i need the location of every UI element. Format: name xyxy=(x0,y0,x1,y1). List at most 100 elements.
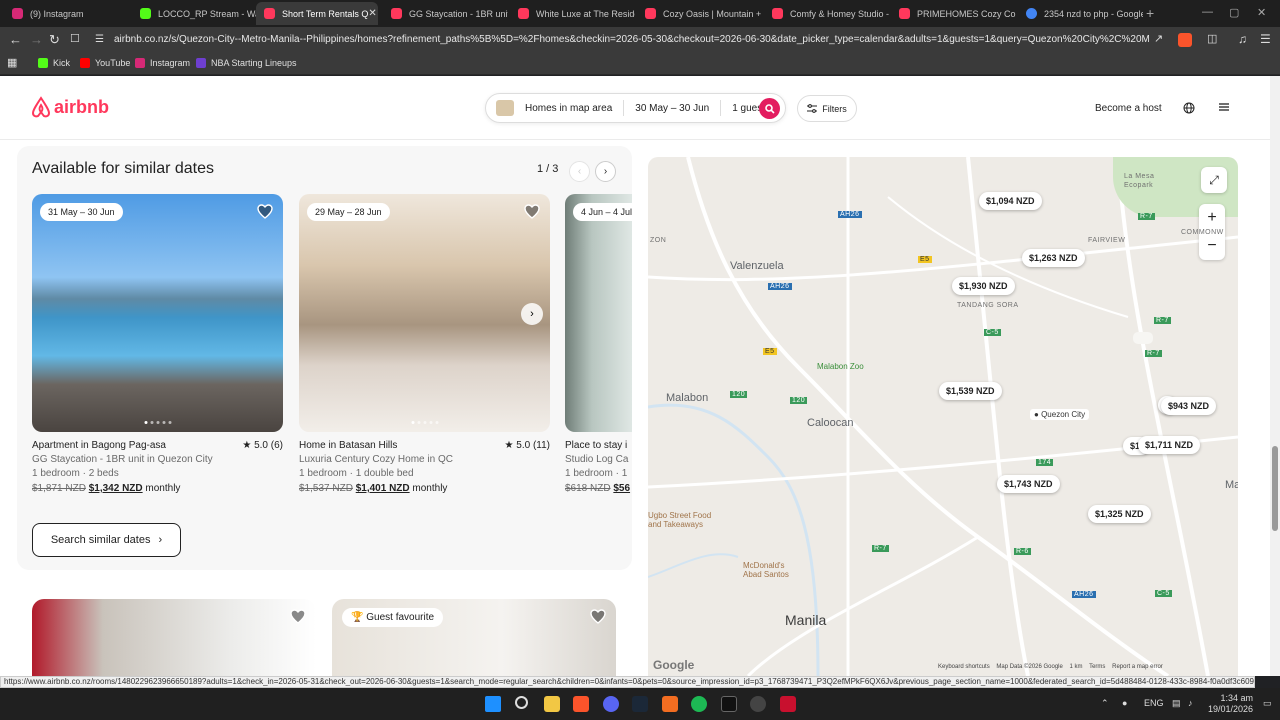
page-scrollbar[interactable] xyxy=(1270,76,1280,676)
listing-photo[interactable]: 29 May – 28 Jun › xyxy=(299,194,550,432)
back-icon[interactable]: ← xyxy=(9,32,22,47)
map[interactable]: ⤢ + − La Mesa Ecopark FAIRVIEW TANDANG S… xyxy=(648,157,1238,676)
media-icon[interactable]: ♫ xyxy=(1238,32,1247,46)
report-error-link[interactable]: Report a map error xyxy=(1112,664,1163,670)
tab-google[interactable]: 2354 nzd to php - Google xyxy=(1018,2,1143,25)
windows-start-icon[interactable] xyxy=(485,696,501,712)
window-close-icon[interactable]: ✕ xyxy=(1257,6,1266,19)
price-pin[interactable]: $1,094 NZD xyxy=(979,192,1042,210)
brave-icon[interactable] xyxy=(573,696,589,712)
tab-short-term-rentals[interactable]: Short Term Rentals Q ✕ xyxy=(256,2,378,25)
listing-card[interactable]: 29 May – 28 Jun › Home in Batasan Hills ★… xyxy=(299,194,550,494)
notification-icon[interactable]: ▭ xyxy=(1263,698,1272,709)
bookmark-youtube[interactable]: YouTube xyxy=(80,58,130,68)
close-tab-icon[interactable]: ✕ xyxy=(368,8,376,19)
site-info-icon[interactable]: ☰ xyxy=(95,34,104,45)
search-similar-dates-button[interactable]: Search similar dates › xyxy=(32,523,181,557)
tab-white-luxe[interactable]: White Luxe at The Residen xyxy=(510,2,635,25)
heart-icon[interactable] xyxy=(290,609,306,624)
listing-card[interactable]: 31 May – 30 Jun Apartment in Bagong Pag-… xyxy=(32,194,283,494)
microphone-icon[interactable]: ● xyxy=(1122,698,1127,708)
price-pin[interactable]: $1,711 NZD xyxy=(1138,436,1201,454)
forward-icon[interactable]: → xyxy=(30,32,43,47)
tab-primehomes[interactable]: PRIMEHOMES Cozy Cond xyxy=(891,2,1016,25)
terminal-icon[interactable] xyxy=(721,696,737,712)
search-button[interactable] xyxy=(759,98,780,119)
road-shield: C-5 xyxy=(984,329,1001,336)
map-marker-placeholder xyxy=(1133,332,1153,344)
language-indicator[interactable]: ENG xyxy=(1144,698,1164,708)
next-photo-button[interactable]: › xyxy=(521,303,543,325)
keyboard-shortcuts-link[interactable]: Keyboard shortcuts xyxy=(938,664,990,670)
search-dates[interactable]: 30 May – 30 Jun xyxy=(624,103,720,114)
search-location[interactable]: Homes in map area xyxy=(514,103,623,114)
hamburger-icon[interactable] xyxy=(1218,102,1230,112)
discord-icon[interactable] xyxy=(603,696,619,712)
listing-photo[interactable]: 31 May – 30 Jun xyxy=(32,194,283,432)
network-icon[interactable]: ▤ xyxy=(1172,698,1181,709)
maximize-icon[interactable]: ▢ xyxy=(1229,6,1239,19)
price-pin[interactable]: $1,325 NZD xyxy=(1088,505,1151,523)
district-label: TANDANG SORA xyxy=(957,302,1019,309)
sidebar-icon[interactable]: ◫ xyxy=(1207,32,1217,45)
tab-instagram[interactable]: (9) Instagram xyxy=(4,2,129,25)
bookmark-icon[interactable]: ☐ xyxy=(70,32,80,45)
heart-icon[interactable] xyxy=(590,609,606,624)
price-pin[interactable]: $1,263 NZD xyxy=(1022,249,1085,267)
volume-icon[interactable]: ♪ xyxy=(1188,698,1193,708)
quezon-city-marker[interactable]: ● Quezon City xyxy=(1030,409,1090,420)
heart-icon[interactable] xyxy=(257,204,273,219)
listing-price: $1,537 NZD $1,401 NZD monthly xyxy=(299,483,550,494)
steam-icon[interactable] xyxy=(632,696,648,712)
clock[interactable]: 1:34 am 19/01/2026 xyxy=(1208,693,1253,715)
terms-link[interactable]: Terms xyxy=(1089,664,1105,670)
tab-gg-staycation[interactable]: GG Staycation - 1BR unit in xyxy=(383,2,508,25)
bookmark-kick[interactable]: Kick xyxy=(38,58,70,68)
new-tab-button[interactable]: + xyxy=(1146,5,1154,21)
listing-photo[interactable]: 🏆 Guest favourite xyxy=(332,599,616,676)
new-price[interactable]: $1,342 NZD xyxy=(89,483,143,494)
tab-comfy-homey[interactable]: Comfy & Homey Studio - xyxy=(764,2,889,25)
scroll-thumb[interactable] xyxy=(1272,446,1278,531)
spotify-icon[interactable] xyxy=(691,696,707,712)
bookmark-nba[interactable]: NBA Starting Lineups xyxy=(196,58,297,68)
search-bar[interactable]: Homes in map area 30 May – 30 Jun 1 gues… xyxy=(485,93,786,123)
brave-shield-icon[interactable] xyxy=(1178,33,1192,47)
heart-icon[interactable] xyxy=(524,204,540,219)
expand-map-button[interactable]: ⤢ xyxy=(1201,167,1227,193)
app-icon[interactable] xyxy=(780,696,796,712)
globe-icon[interactable] xyxy=(1183,102,1195,114)
prev-arrow-button[interactable]: ‹ xyxy=(569,161,590,182)
filters-button[interactable]: Filters xyxy=(797,95,857,122)
zoom-out-button[interactable]: − xyxy=(1199,232,1225,260)
airbnb-logo[interactable]: airbnb xyxy=(31,96,109,118)
price-pin[interactable]: $1,743 NZD xyxy=(997,475,1060,493)
file-explorer-icon[interactable] xyxy=(544,696,560,712)
new-price[interactable]: $56 xyxy=(613,483,630,494)
next-arrow-button[interactable]: › xyxy=(595,161,616,182)
search-icon[interactable] xyxy=(515,696,528,709)
apps-icon[interactable]: ▦ xyxy=(7,56,17,69)
share-icon[interactable]: ↗ xyxy=(1154,32,1163,45)
tab-kick[interactable]: LOCCO_RP Stream - Watch xyxy=(132,2,257,25)
price-pin[interactable]: $1,930 NZD xyxy=(952,277,1015,295)
listing-photo[interactable]: 4 Jun – 4 Jul xyxy=(565,194,632,432)
listing-card[interactable]: 4 Jun – 4 Jul Place to stay i Studio Log… xyxy=(565,194,632,494)
city-label: Ma xyxy=(1225,479,1238,491)
tab-cozy-oasis[interactable]: Cozy Oasis | Mountain + S xyxy=(637,2,762,25)
tray-chevron-icon[interactable]: ⌃ xyxy=(1101,698,1109,709)
zoom-in-button[interactable]: + xyxy=(1199,204,1225,232)
url-field[interactable]: airbnb.co.nz/s/Quezon-City--Metro-Manila… xyxy=(114,34,1149,45)
minimize-icon[interactable]: — xyxy=(1202,6,1213,18)
bookmark-instagram[interactable]: Instagram xyxy=(135,58,190,68)
new-price[interactable]: $1,401 NZD xyxy=(356,483,410,494)
listing-photo[interactable] xyxy=(32,599,316,676)
reload-icon[interactable]: ↻ xyxy=(49,32,60,48)
price-pin[interactable]: $943 NZD xyxy=(1161,397,1217,415)
app-icon[interactable] xyxy=(750,696,766,712)
menu-icon[interactable]: ☰ xyxy=(1260,32,1271,46)
marker-label: Quezon City xyxy=(1041,410,1086,419)
become-host-link[interactable]: Become a host xyxy=(1095,103,1162,114)
price-pin[interactable]: $1,539 NZD xyxy=(939,382,1002,400)
app-icon[interactable] xyxy=(662,696,678,712)
